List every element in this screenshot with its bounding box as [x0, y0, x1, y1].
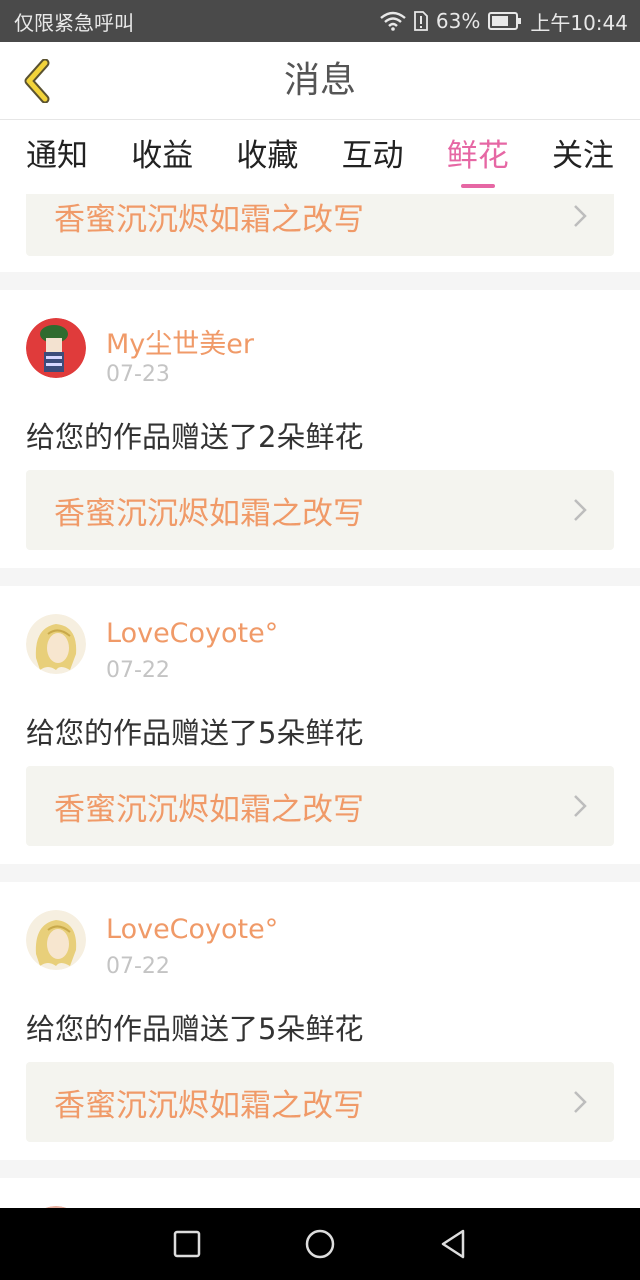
message-card: LoveCoyote° 07-22 给您的作品赠送了5朵鲜花 香蜜沉沉烬如霜之改… — [0, 882, 640, 1160]
system-nav-bar — [0, 1208, 640, 1280]
home-button[interactable] — [290, 1214, 350, 1274]
work-link[interactable]: 香蜜沉沉烬如霜之改写 — [26, 1062, 614, 1142]
message-card-partial: 香蜜沉沉烬如霜之改写 — [0, 194, 640, 272]
tab-label: 鲜花 — [446, 138, 509, 174]
message-text: 给您的作品赠送了5朵鲜花 — [26, 1012, 364, 1046]
battery-icon — [488, 12, 522, 30]
tab-label: 互动 — [341, 138, 404, 174]
tab-favorites[interactable]: 收藏 — [236, 120, 298, 194]
sim-alert-icon — [414, 11, 428, 31]
tab-follow[interactable]: 关注 — [552, 120, 614, 194]
tab-flowers[interactable]: 鲜花 — [447, 120, 509, 194]
carrier-text: 仅限紧急呼叫 — [14, 10, 134, 35]
back-nav-button[interactable] — [423, 1214, 483, 1274]
work-title: 香蜜沉沉烬如霜之改写 — [54, 791, 364, 828]
message-card: LoveCoyote° 07-22 给您的作品赠送了5朵鲜花 香蜜沉沉烬如霜之改… — [0, 586, 640, 864]
work-link[interactable]: 香蜜沉沉烬如霜之改写 — [26, 194, 614, 256]
chevron-right-icon — [574, 795, 587, 817]
page-title: 消息 — [283, 60, 356, 101]
tab-earnings[interactable]: 收益 — [131, 120, 193, 194]
battery-percent: 63% — [435, 9, 481, 33]
header: 消息 — [0, 42, 640, 120]
work-link[interactable]: 香蜜沉沉烬如霜之改写 — [26, 766, 614, 846]
wifi-icon — [380, 11, 406, 31]
tab-label: 关注 — [551, 138, 614, 174]
recent-apps-button[interactable] — [157, 1214, 217, 1274]
work-title: 香蜜沉沉烬如霜之改写 — [54, 201, 364, 238]
chevron-right-icon — [574, 1091, 587, 1113]
tab-bar: 通知 收益 收藏 互动 鲜花 关注 — [0, 120, 640, 194]
tab-interaction[interactable]: 互动 — [342, 120, 404, 194]
message-text: 给您的作品赠送了2朵鲜花 — [26, 420, 364, 454]
status-time: 上午10:44 — [530, 10, 628, 35]
username[interactable]: LoveCoyote° — [106, 914, 278, 945]
tab-label: 收益 — [131, 138, 194, 174]
back-triangle-icon — [442, 1229, 465, 1259]
avatar[interactable] — [26, 614, 86, 674]
chevron-right-icon — [574, 499, 587, 521]
message-feed[interactable]: 香蜜沉沉烬如霜之改写 My尘世美er 07-23 给您的作品赠送了2朵鲜花 香蜜… — [0, 194, 640, 1208]
tab-label: 通知 — [26, 138, 88, 174]
avatar[interactable] — [26, 318, 86, 378]
message-card-partial — [0, 1178, 640, 1208]
recent-apps-icon — [173, 1230, 200, 1258]
message-date: 07-23 — [106, 362, 170, 387]
message-date: 07-22 — [106, 658, 170, 683]
status-right: 63% 上午10:44 — [380, 7, 628, 36]
work-title: 香蜜沉沉烬如霜之改写 — [54, 495, 364, 532]
message-date: 07-22 — [106, 954, 170, 979]
username[interactable]: LoveCoyote° — [106, 618, 278, 649]
avatar[interactable] — [26, 910, 86, 970]
work-link[interactable]: 香蜜沉沉烬如霜之改写 — [26, 470, 614, 550]
home-icon — [305, 1229, 335, 1259]
active-tab-indicator — [460, 184, 495, 188]
chevron-right-icon — [574, 205, 587, 227]
username[interactable]: My尘世美er — [106, 322, 254, 361]
work-title: 香蜜沉沉烬如霜之改写 — [54, 1087, 364, 1124]
message-text: 给您的作品赠送了5朵鲜花 — [26, 716, 364, 750]
tab-label: 收藏 — [236, 138, 299, 174]
tab-notice[interactable]: 通知 — [26, 120, 88, 194]
message-card: My尘世美er 07-23 给您的作品赠送了2朵鲜花 香蜜沉沉烬如霜之改写 — [0, 290, 640, 568]
status-bar: 仅限紧急呼叫 63% 上午10:44 — [0, 0, 640, 42]
